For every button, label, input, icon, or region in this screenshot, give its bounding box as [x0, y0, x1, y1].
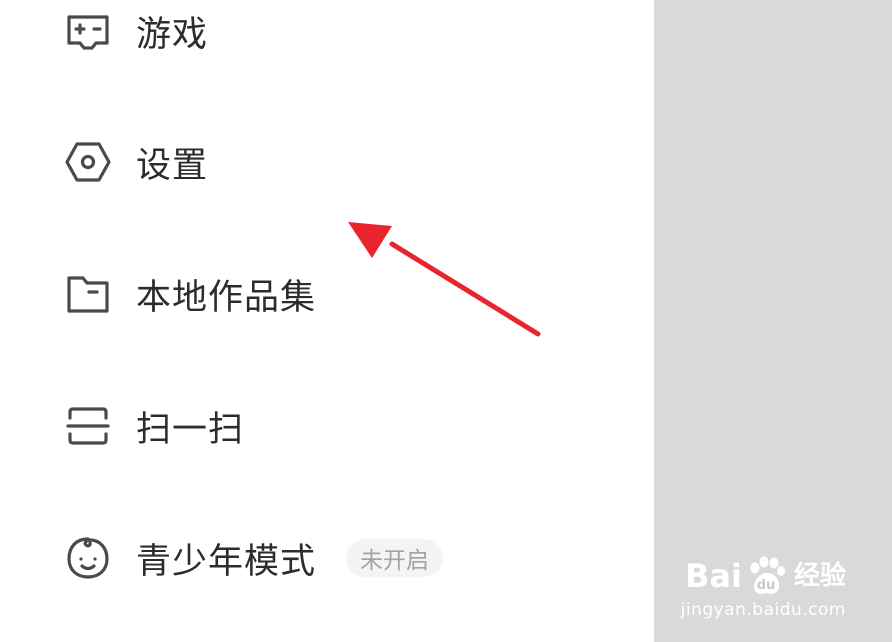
menu-item-teen-mode[interactable]: 青少年模式 未开启 [62, 528, 444, 588]
menu-label-scan: 扫一扫 [136, 409, 245, 450]
side-drawer: 游戏 设置 本地作品集 扫一扫 青少年模式 未开启 [0, 0, 654, 642]
folder-icon [62, 268, 114, 320]
screen: 游戏 设置 本地作品集 扫一扫 青少年模式 未开启 Bai du 经验 jing… [0, 0, 892, 642]
menu-item-settings[interactable]: 设置 [62, 132, 208, 192]
drawer-overlay-scrim[interactable] [654, 0, 892, 642]
scan-icon [62, 400, 114, 452]
child-face-icon [62, 532, 114, 584]
menu-item-games[interactable]: 游戏 [62, 1, 208, 61]
settings-hexagon-icon [62, 136, 114, 188]
menu-label-settings: 设置 [136, 145, 209, 186]
teen-mode-status-badge: 未开启 [346, 539, 444, 577]
menu-item-scan[interactable]: 扫一扫 [62, 396, 244, 456]
menu-item-local-collection[interactable]: 本地作品集 [62, 264, 316, 324]
menu-label-local-collection: 本地作品集 [136, 277, 317, 318]
menu-label-teen-mode: 青少年模式 [136, 541, 317, 582]
menu-label-games: 游戏 [136, 14, 209, 55]
gamepad-icon [62, 5, 114, 57]
